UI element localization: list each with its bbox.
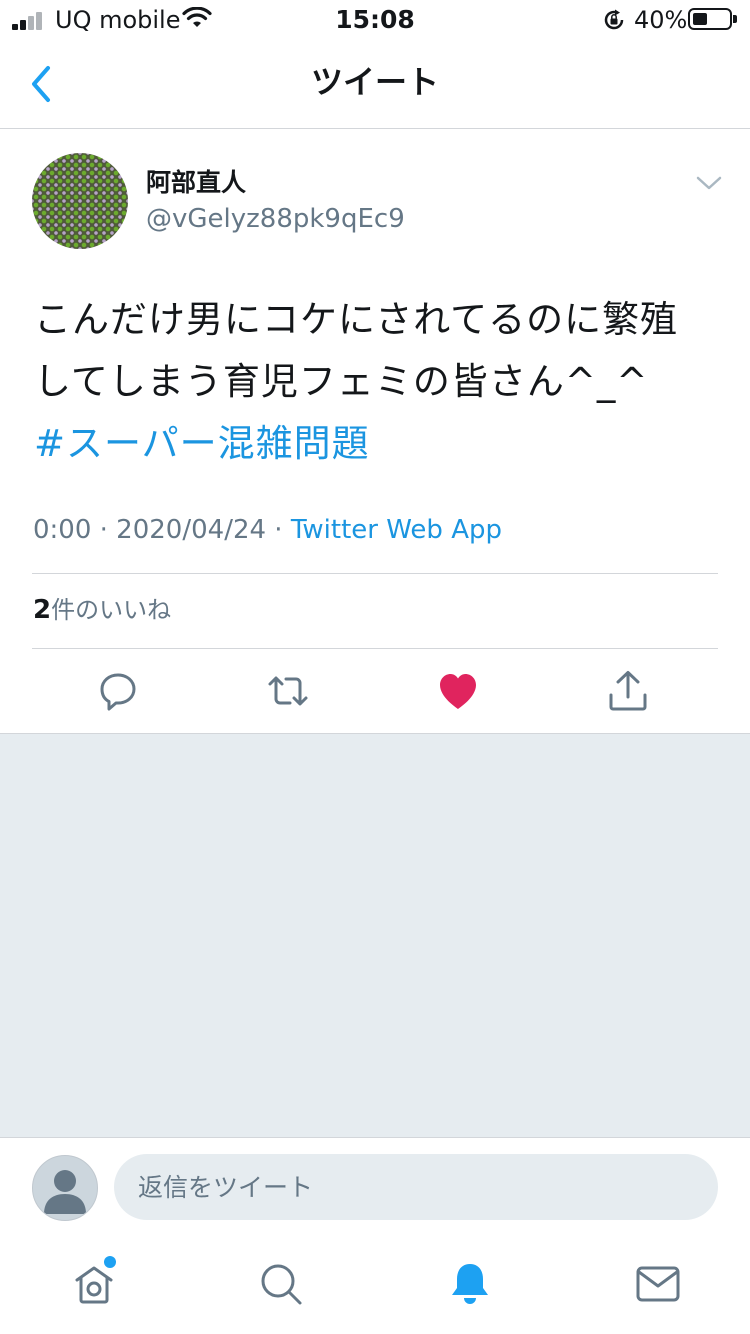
search-icon[interactable] [257, 1260, 305, 1308]
share-icon[interactable] [606, 669, 650, 713]
tweet-text-line: してしまう育児フェミの皆さん^_^ [34, 360, 649, 403]
tweet-actions [0, 669, 750, 713]
envelope-icon[interactable] [634, 1260, 682, 1308]
like-count-label: 件のいいね [51, 596, 172, 624]
page-title: ツイート [310, 63, 439, 101]
rotation-lock-icon [604, 9, 624, 30]
divider [32, 573, 718, 574]
likes-count[interactable]: 2件のいいね [33, 593, 171, 627]
tweet-metadata: 0:00 · 2020/04/24 · Twitter Web App [33, 513, 502, 547]
reply-input[interactable] [114, 1154, 718, 1220]
hashtag-link[interactable]: #スーパー混雑問題 [34, 422, 370, 465]
tweet-source-link[interactable]: Twitter Web App [291, 515, 502, 545]
author-display-name[interactable]: 阿部直人 [146, 167, 246, 199]
tweet-detail: 阿部直人 @vGelyz88pk9qEc9 こんだけ男にコケにされてるのに繁殖 … [0, 129, 750, 734]
like-count-number: 2 [33, 595, 52, 625]
author-handle[interactable]: @vGelyz88pk9qEc9 [146, 203, 405, 235]
battery-percentage: 40% [634, 6, 688, 34]
author-avatar[interactable] [32, 153, 128, 249]
tweet-text: こんだけ男にコケにされてるのに繁殖 してしまう育児フェミの皆さん^_^ #スーパ… [34, 289, 724, 475]
new-content-indicator [104, 1256, 116, 1268]
navigation-bar: ツイート [0, 40, 750, 129]
replies-area [0, 734, 750, 1137]
battery-icon [688, 8, 737, 30]
tab-bar [0, 1238, 750, 1334]
user-avatar[interactable] [32, 1155, 98, 1221]
tweet-timestamp: 0:00 · 2020/04/24 · [33, 515, 291, 545]
default-avatar-icon [44, 1170, 86, 1214]
divider [32, 648, 718, 649]
comment-icon[interactable] [96, 669, 140, 713]
retweet-icon[interactable] [266, 669, 310, 713]
tweet-text-line: こんだけ男にコケにされてるのに繁殖 [34, 298, 679, 341]
status-bar: UQ mobile 15:08 40% [0, 0, 750, 40]
reply-bar [0, 1137, 750, 1238]
bell-icon[interactable] [446, 1260, 494, 1308]
heart-icon[interactable] [436, 669, 480, 713]
chevron-down-icon[interactable] [694, 173, 724, 193]
